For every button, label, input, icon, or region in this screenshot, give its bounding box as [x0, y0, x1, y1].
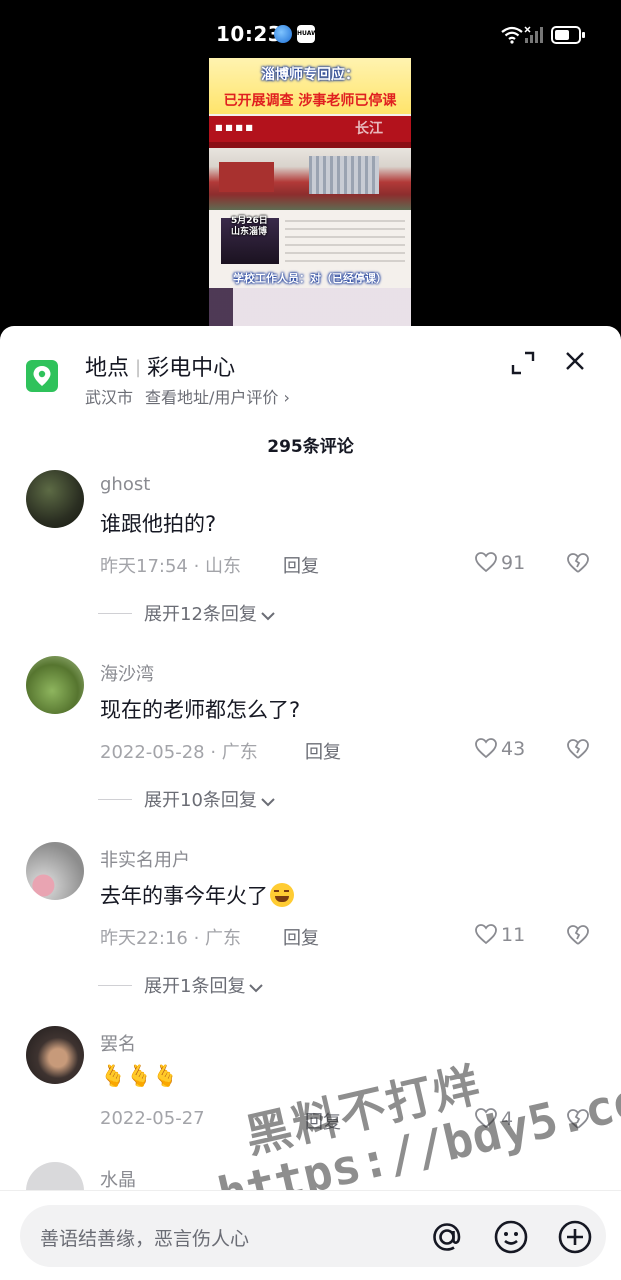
comment-region: · 广东 [193, 928, 242, 949]
avatar[interactable] [26, 656, 84, 714]
dislike-button[interactable] [566, 1108, 590, 1134]
location-separator: | [135, 357, 142, 378]
location-name: 彩电中心 [147, 356, 236, 381]
comment-date: 2022-05-28 [100, 742, 205, 763]
reply-button[interactable]: 回复 [283, 924, 319, 950]
video-bottom [209, 288, 411, 330]
avatar[interactable] [26, 1026, 84, 1084]
video-headline-sub: 已开展调查 涉事老师已停课 [223, 93, 397, 109]
video-frame: 淄博师专回应： 已开展调查 涉事老师已停课 ■ ■ ■ ■ 长江 5月26日 山… [209, 58, 411, 330]
broken-heart-icon [567, 553, 589, 573]
comment-input-placeholder: 善语结善缘，恶言伤人心 [40, 1228, 250, 1250]
reply-button[interactable]: 回复 [305, 1108, 341, 1134]
campus-building-red [219, 162, 274, 192]
broken-heart-icon [567, 925, 589, 945]
comment-meta: 2022-05-28 · 广东 [100, 738, 258, 764]
plus-circle-icon[interactable] [556, 1218, 594, 1260]
like-button[interactable]: 11 [474, 923, 525, 946]
expand-replies[interactable]: 展开10条回复 [98, 786, 276, 812]
heart-icon [475, 552, 497, 573]
huawei-app-icon: HUAWEI [297, 25, 324, 43]
comment-region: · 山东 [193, 556, 242, 577]
reply-button[interactable]: 回复 [283, 552, 319, 578]
expand-replies-label: 展开10条回复 [144, 790, 257, 811]
wifi-icon [501, 26, 523, 48]
comment-username[interactable]: 罢名 [100, 1030, 136, 1056]
website-banner: ■ ■ ■ ■ 长江 [209, 116, 411, 142]
comment-username[interactable]: 海沙湾 [100, 660, 154, 686]
like-button[interactable]: 4 [474, 1107, 513, 1130]
comment-text: 去年的事今年火了 [100, 880, 294, 910]
like-count: 91 [501, 552, 526, 574]
chevron-down-icon [249, 984, 264, 993]
status-time: 10:23 [216, 22, 283, 46]
comment-date: 2022-05-27 [100, 1108, 205, 1129]
comment-sheet: 地点 | 彩电中心 武汉市 查看地址/用户评价 › 295条评论 ghost 谁跟他拍… [0, 326, 621, 1280]
comment-region: · 广东 [210, 742, 258, 763]
location-pin-icon[interactable] [26, 360, 58, 392]
website-logo: ■ ■ ■ ■ [215, 123, 253, 132]
comment-date: 昨天22:16 [100, 928, 188, 949]
comment-count: 295条评论 [267, 437, 354, 457]
location-city: 武汉市 [85, 388, 134, 407]
chevron-down-icon [261, 798, 275, 807]
like-count: 4 [501, 1108, 514, 1130]
avatar[interactable] [26, 842, 84, 900]
news-list [285, 220, 405, 264]
comment-meta: 昨天17:54 · 山东 [100, 552, 241, 578]
video-subtitle: 学校工作人员：对（已经停课） [233, 272, 387, 285]
comment-username[interactable]: ghost [100, 474, 150, 495]
close-icon[interactable] [562, 348, 588, 378]
emoji-icon[interactable] [492, 1218, 530, 1260]
comment-text: 谁跟他拍的? [100, 512, 217, 536]
heart-icon [475, 738, 497, 759]
location-label: 地点 [85, 356, 130, 381]
like-button[interactable]: 91 [474, 551, 525, 574]
at-icon[interactable] [428, 1218, 466, 1260]
battery-icon [551, 26, 585, 44]
dislike-button[interactable] [566, 738, 590, 764]
like-count: 43 [501, 738, 526, 760]
reply-button[interactable]: 回复 [305, 738, 341, 764]
expand-replies-label: 展开12条回复 [144, 604, 257, 625]
avatar[interactable] [26, 470, 84, 528]
expand-replies[interactable]: 展开12条回复 [98, 600, 276, 626]
status-bar: 10:23 HUAWEI [0, 0, 621, 58]
notification-app-icon [274, 25, 292, 43]
comment-meta: 2022-05-27 [100, 1108, 205, 1129]
location-title[interactable]: 地点 | 彩电中心 [85, 350, 235, 382]
expand-replies-label: 展开1条回复 [144, 976, 246, 997]
video-watermark: 长江 [355, 121, 383, 137]
broken-heart-icon [567, 1109, 589, 1129]
comment-username[interactable]: 水晶 [100, 1166, 136, 1192]
location-address-link[interactable]: 查看地址/用户评价 › [145, 388, 290, 407]
comment-input[interactable]: 善语结善缘，恶言伤人心 [20, 1205, 606, 1267]
campus-building [309, 156, 379, 194]
news-thumbnail-caption: 5月26日 山东淄博 [231, 216, 268, 237]
broken-heart-icon [567, 739, 589, 759]
chevron-down-icon [261, 612, 275, 621]
expand-icon[interactable] [510, 350, 536, 380]
comment-date: 昨天17:54 [100, 556, 188, 577]
comment-username[interactable]: 非实名用户 [100, 846, 190, 872]
dislike-button[interactable] [566, 552, 590, 578]
like-count: 11 [501, 924, 526, 946]
comment-input-bar: 善语结善缘，恶言伤人心 [0, 1190, 621, 1280]
comment-text: 🫰🫰🫰 [100, 1064, 179, 1088]
dislike-button[interactable] [566, 924, 590, 950]
video-player[interactable]: 淄博师专回应： 已开展调查 涉事老师已停课 ■ ■ ■ ■ 长江 5月26日 山… [0, 58, 621, 338]
comment-text-content: 去年的事今年火了 [100, 884, 268, 908]
expand-replies[interactable]: 展开1条回复 [98, 972, 264, 998]
video-headline-main: 淄博师专回应： [261, 67, 359, 83]
signal-icon [524, 26, 544, 48]
like-button[interactable]: 43 [474, 737, 525, 760]
heart-icon [475, 1108, 497, 1129]
heart-icon [475, 924, 497, 945]
laughing-emoji [270, 883, 294, 907]
location-subtitle[interactable]: 武汉市 查看地址/用户评价 › [85, 384, 290, 408]
comment-meta: 昨天22:16 · 广东 [100, 924, 241, 950]
comment-text: 现在的老师都怎么了? [100, 698, 301, 722]
